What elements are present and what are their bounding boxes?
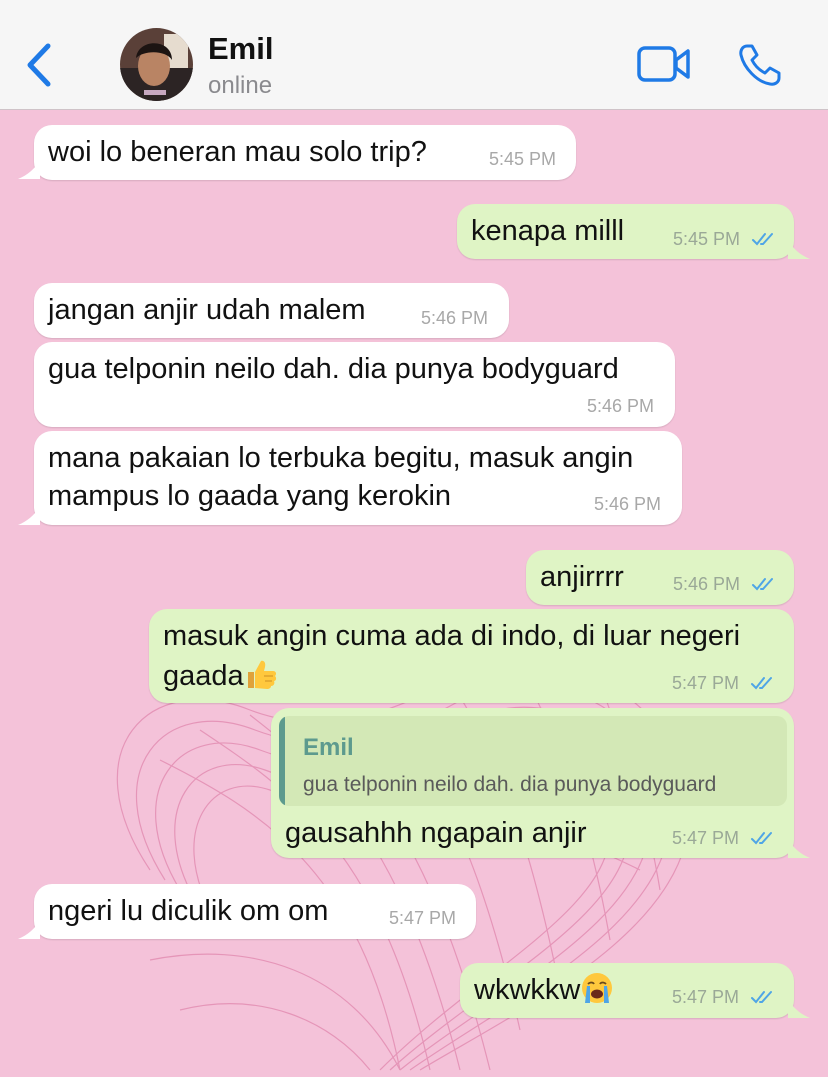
message-text: woi lo beneran mau solo trip? xyxy=(48,136,427,168)
avatar-image xyxy=(120,28,193,101)
message-time: 5:47 PM xyxy=(672,673,740,693)
message-bubble-outgoing[interactable]: anjirrrr 5:46 PM xyxy=(526,550,794,605)
message-time: 5:47 PM xyxy=(672,987,740,1007)
message-text: gua telponin neilo dah. dia punya bodygu… xyxy=(48,353,619,385)
message-time: 5:47 PM xyxy=(389,908,457,928)
video-camera-icon[interactable] xyxy=(636,44,692,84)
contact-name[interactable]: Emil xyxy=(208,31,273,67)
bubble-tail xyxy=(788,241,810,259)
read-receipt-icon xyxy=(752,578,773,591)
message-bubble-incoming[interactable]: ngeri lu diculik om om 5:47 PM xyxy=(18,884,476,939)
message-text: anjirrrr xyxy=(540,561,624,593)
bubble-tail xyxy=(18,507,40,525)
message-time: 5:46 PM xyxy=(594,494,662,514)
bubble-tail xyxy=(18,161,40,179)
read-receipt-icon xyxy=(751,832,772,845)
avatar[interactable] xyxy=(120,28,193,101)
message-text-line-2: gaada xyxy=(163,657,278,695)
message-bubble-incoming[interactable]: woi lo beneran mau solo trip? 5:45 PM xyxy=(18,125,576,180)
bubble-tail xyxy=(788,1000,810,1018)
loudly-crying-face-icon xyxy=(582,973,613,1003)
message-text: gausahhh ngapain anjir xyxy=(285,817,587,849)
message-text: gaada xyxy=(163,660,244,692)
message-text-line-2: mampus lo gaada yang kerokin xyxy=(48,480,452,512)
quoted-message[interactable]: Emil gua telponin neilo dah. dia punya b… xyxy=(279,716,787,806)
message-text: ngeri lu diculik om om xyxy=(48,895,329,927)
read-receipt-icon xyxy=(751,677,772,690)
message-text-line-1: mana pakaian lo terbuka begitu, masuk an… xyxy=(48,442,634,474)
message-time: 5:46 PM xyxy=(587,396,655,416)
bubble-tail xyxy=(18,921,40,939)
message-text: wkwkkw xyxy=(474,974,581,1006)
message-time: 5:45 PM xyxy=(673,229,741,249)
quote-accent-bar xyxy=(279,716,285,806)
read-receipt-icon xyxy=(751,991,772,1004)
message-text: kenapa milll xyxy=(471,215,625,247)
quoted-sender: Emil xyxy=(303,734,354,761)
message-text-row: wkwkkw xyxy=(474,971,614,1009)
message-text-line-1: masuk angin cuma ada di indo, di luar ne… xyxy=(163,620,741,652)
read-receipt-icon xyxy=(752,233,773,246)
quoted-text: gua telponin neilo dah. dia punya bodygu… xyxy=(303,773,717,796)
message-bubble-incoming[interactable]: gua telponin neilo dah. dia punya bodygu… xyxy=(34,342,675,427)
message-bubble-incoming[interactable]: jangan anjir udah malem 5:46 PM xyxy=(34,283,509,338)
bubble-tail xyxy=(788,840,810,858)
message-time: 5:45 PM xyxy=(489,149,557,169)
message-bubble-outgoing-reply[interactable]: Emil gua telponin neilo dah. dia punya b… xyxy=(271,708,810,858)
message-bubble-outgoing[interactable]: wkwkkw 5:47 PM xyxy=(460,963,810,1018)
message-time: 5:46 PM xyxy=(673,574,741,594)
message-bubble-outgoing[interactable]: kenapa milll 5:45 PM xyxy=(457,204,810,259)
message-bubble-outgoing[interactable]: masuk angin cuma ada di indo, di luar ne… xyxy=(149,609,794,703)
message-text: jangan anjir udah malem xyxy=(48,294,366,326)
message-time: 5:46 PM xyxy=(421,308,489,328)
chat-header: Emil online xyxy=(0,0,828,110)
thumbs-up-icon xyxy=(247,660,276,689)
phone-icon[interactable] xyxy=(737,42,783,88)
chevron-left-icon[interactable] xyxy=(22,42,56,88)
message-bubble-incoming[interactable]: mana pakaian lo terbuka begitu, masuk an… xyxy=(18,431,682,525)
contact-status: online xyxy=(208,72,273,99)
message-time: 5:47 PM xyxy=(672,828,740,848)
